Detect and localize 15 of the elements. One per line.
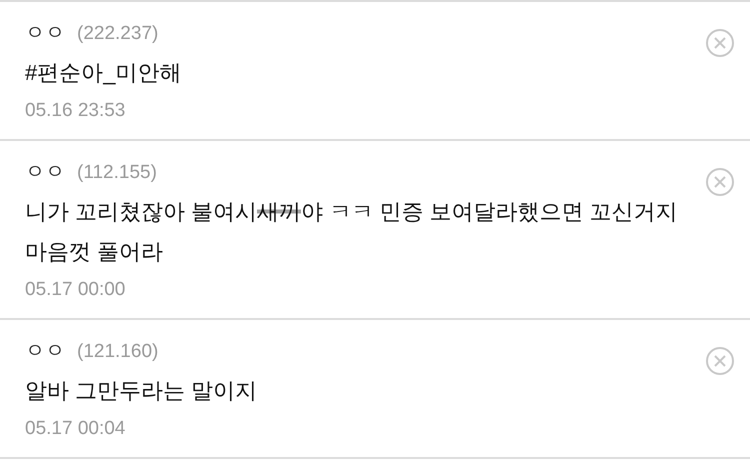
delete-icon[interactable] <box>705 167 735 197</box>
comment-time: 05.17 00:04 <box>25 416 126 440</box>
comment-text: 알바 그만두라는 말이지 <box>25 376 258 404</box>
comment-ip: (121.160) <box>77 340 158 364</box>
comment-time: 05.17 00:00 <box>25 278 126 302</box>
comment-author: ㅇㅇ <box>25 21 65 46</box>
comment-author: ㅇㅇ <box>25 160 65 185</box>
delete-icon[interactable] <box>705 28 735 58</box>
comment-text: #편순아_미안해 <box>25 58 182 86</box>
delete-icon[interactable] <box>705 346 735 376</box>
comment-author: ㅇㅇ <box>25 339 65 364</box>
comment-time: 05.16 23:53 <box>25 98 126 122</box>
comment-text: 니가 꼬리쳤잖아 불여시새끼 야 ㅋㅋ 민증 보여달라했으면 꼬신거지 마음껏 풀어라 <box>25 198 679 266</box>
comment-ip: (222.237) <box>77 22 158 46</box>
comment-ip: (112.155) <box>77 161 157 185</box>
